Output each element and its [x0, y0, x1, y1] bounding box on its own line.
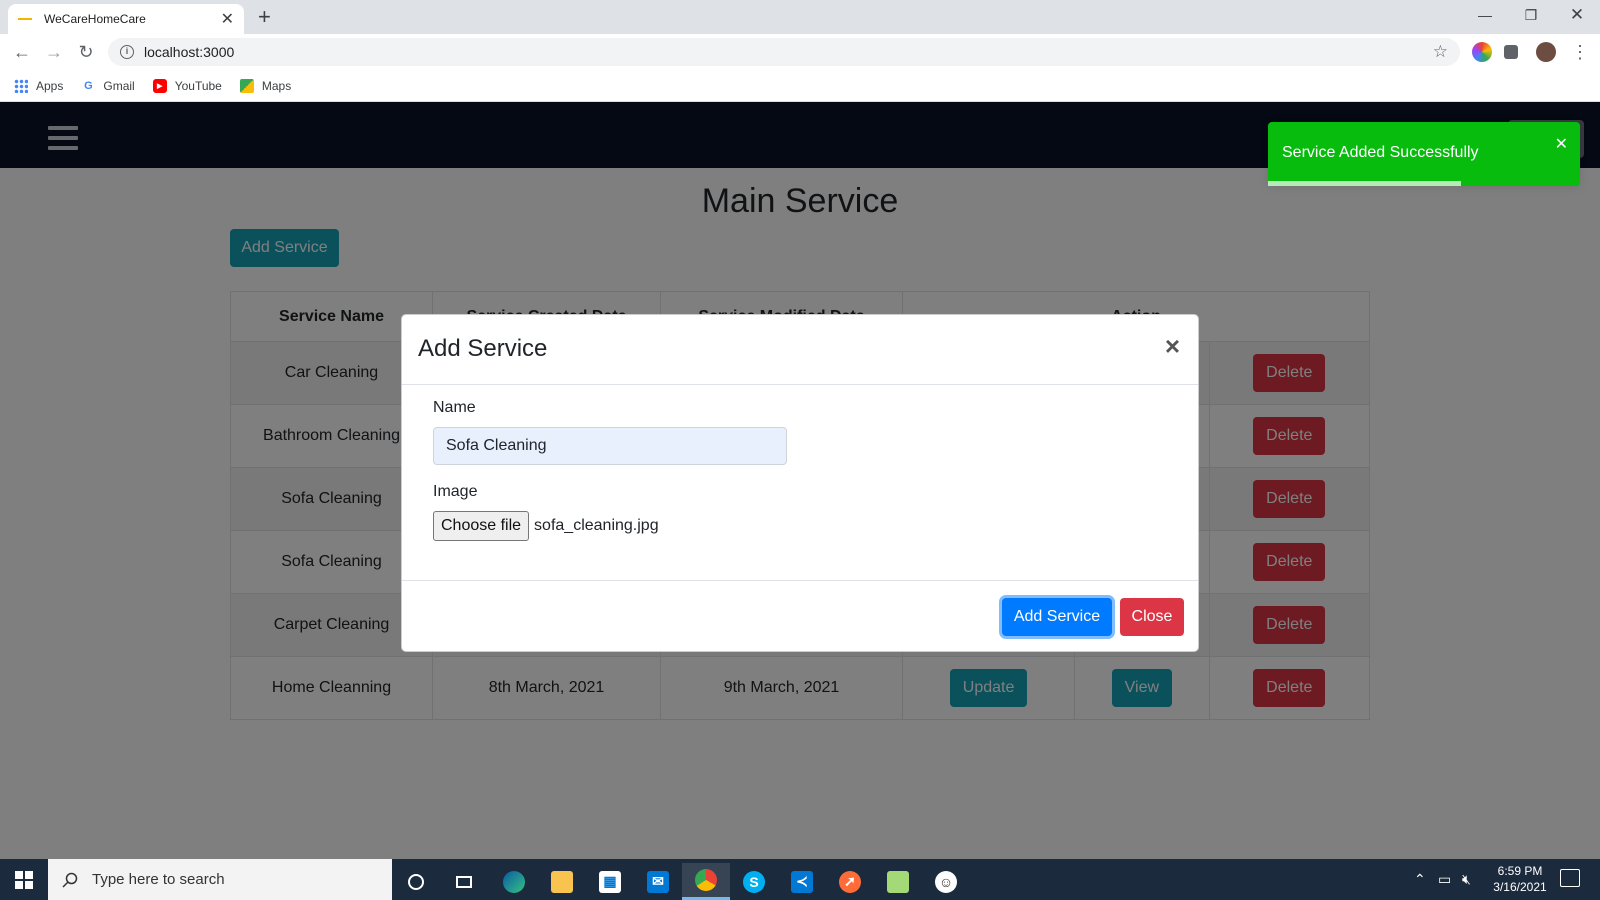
edge-icon[interactable] — [490, 863, 538, 900]
start-button[interactable] — [0, 859, 48, 900]
image-label: Image — [433, 483, 478, 500]
notepad-icon[interactable] — [874, 863, 922, 900]
image-file-input: Choose file sofa_cleaning.jpg — [433, 511, 1133, 541]
vscode-icon[interactable]: ≺ — [778, 863, 826, 900]
browser-menu-icon[interactable]: ⋮ — [1568, 40, 1592, 64]
tab-favicon-icon — [18, 18, 32, 20]
tab-close-icon[interactable]: ✕ — [221, 9, 234, 29]
browser-tab[interactable]: WeCareHomeCare ✕ — [8, 4, 244, 34]
clock-date: 3/16/2021 — [1493, 880, 1547, 894]
mail-icon[interactable]: ✉ — [634, 863, 682, 900]
tray-chevron-icon[interactable]: ⌃ — [1414, 859, 1426, 900]
minimize-icon[interactable]: — — [1462, 0, 1508, 30]
search-icon — [62, 872, 78, 888]
task-view-icon[interactable] — [440, 863, 488, 900]
modal-close-button[interactable]: Close — [1120, 598, 1184, 636]
modal-close-icon[interactable]: × — [1165, 331, 1180, 362]
chrome-icon[interactable] — [682, 863, 730, 900]
windows-taskbar: Type here to search ▦ ✉ S ≺ ➚ ☺ ⌃ ▭ 🔇︎ 6… — [0, 859, 1600, 900]
postman-icon[interactable]: ➚ — [826, 863, 874, 900]
site-info-icon[interactable]: i — [120, 45, 134, 59]
selected-file-name: sofa_cleaning.jpg — [534, 517, 659, 534]
add-service-modal: Add Service × Name Image Choose file sof… — [401, 314, 1199, 652]
page-viewport: Main Service Add Service Service Name Se… — [0, 102, 1600, 859]
name-label: Name — [433, 399, 476, 416]
app-icon[interactable]: ☺ — [922, 863, 970, 900]
system-clock[interactable]: 6:59 PM 3/16/2021 — [1484, 863, 1556, 895]
search-placeholder: Type here to search — [92, 871, 225, 888]
youtube-icon: ▶ — [152, 78, 167, 93]
new-tab-icon[interactable]: + — [258, 4, 271, 30]
modal-footer: Add Service Close — [402, 580, 1198, 652]
url-text: localhost:3000 — [144, 44, 235, 60]
bookmark-star-icon[interactable]: ☆ — [1433, 42, 1448, 62]
profile-avatar[interactable] — [1536, 42, 1556, 62]
bookmark-label: YouTube — [174, 78, 222, 93]
bookmark-label: Maps — [261, 78, 292, 93]
bookmark-gmail[interactable]: G Gmail — [81, 78, 135, 93]
windows-logo-icon — [15, 870, 33, 889]
modal-add-service-button[interactable]: Add Service — [1002, 598, 1112, 636]
reload-icon[interactable]: ↻ — [74, 40, 98, 64]
toast-close-icon[interactable]: ✕ — [1555, 134, 1568, 154]
choose-file-button[interactable]: Choose file — [433, 511, 530, 541]
toast-message: Service Added Successfully — [1282, 144, 1479, 161]
address-bar-row: ← → ↻ i localhost:3000 ☆ ⋮ — [0, 34, 1600, 70]
cortana-icon[interactable] — [392, 863, 440, 900]
bookmark-maps[interactable]: Maps — [239, 78, 292, 93]
restore-icon[interactable]: ❐ — [1508, 0, 1554, 30]
file-explorer-icon[interactable] — [538, 863, 586, 900]
back-arrow-icon[interactable]: ← — [10, 40, 34, 64]
toast-progress-bar — [1268, 181, 1462, 186]
store-icon[interactable]: ▦ — [586, 863, 634, 900]
network-icon[interactable]: ▭ — [1438, 859, 1451, 900]
notifications-icon[interactable] — [1560, 869, 1580, 887]
clock-time: 6:59 PM — [1497, 864, 1543, 878]
modal-title: Add Service — [418, 335, 548, 362]
url-field[interactable]: i localhost:3000 ☆ — [108, 38, 1460, 66]
success-toast: Service Added Successfully ✕ — [1268, 122, 1580, 186]
forward-arrow-icon[interactable]: → — [42, 40, 66, 64]
maps-icon — [239, 78, 254, 93]
taskbar-search[interactable]: Type here to search — [48, 859, 392, 900]
window-close-icon[interactable]: ✕ — [1554, 0, 1600, 30]
modal-body: Name Image Choose file sofa_cleaning.jpg — [433, 399, 1133, 541]
browser-tab-strip: WeCareHomeCare ✕ + — ❐ ✕ — [0, 0, 1600, 34]
bookmark-apps[interactable]: Apps — [14, 78, 64, 93]
bookmarks-bar: Apps G Gmail ▶ YouTube Maps — [0, 70, 1600, 102]
tab-title: WeCareHomeCare — [44, 12, 146, 26]
color-extension-icon[interactable] — [1472, 42, 1492, 62]
extensions-puzzle-icon[interactable] — [1504, 45, 1518, 59]
google-icon: G — [84, 79, 93, 92]
modal-header: Add Service × — [402, 315, 1198, 385]
bookmark-youtube[interactable]: ▶ YouTube — [152, 78, 222, 93]
bookmark-label: Gmail — [103, 78, 135, 93]
bookmark-label: Apps — [36, 78, 64, 93]
apps-grid-icon — [14, 78, 28, 93]
skype-icon[interactable]: S — [730, 863, 778, 900]
volume-muted-icon[interactable]: 🔇︎ — [1462, 859, 1471, 900]
name-input[interactable] — [433, 427, 787, 465]
